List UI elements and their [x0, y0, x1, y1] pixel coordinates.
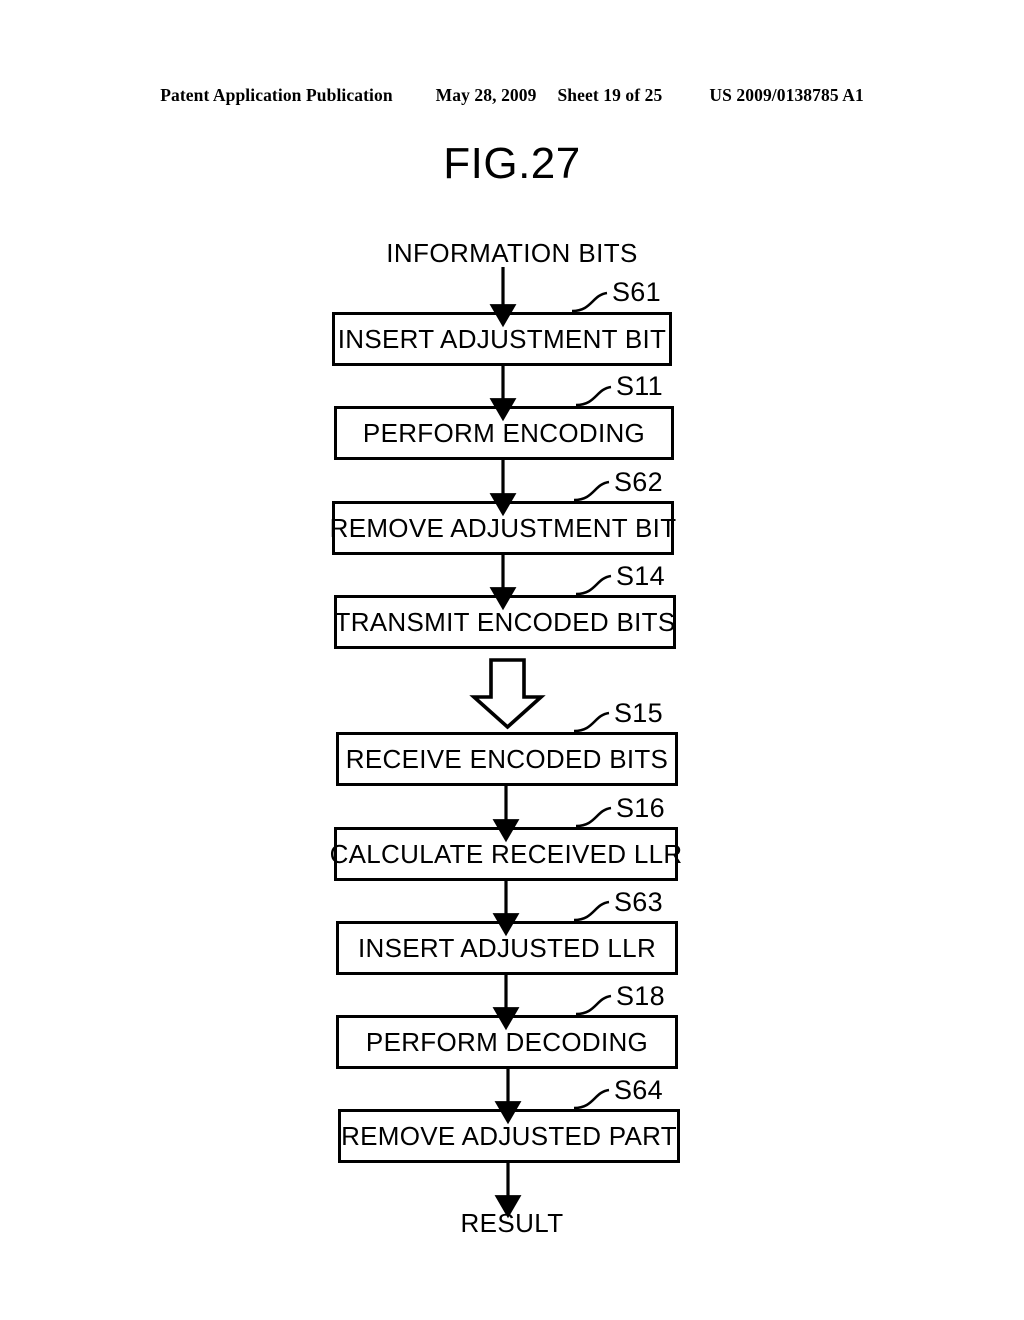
process-box-s62: REMOVE ADJUSTMENT BIT [329, 501, 677, 555]
step-ref-s11: S11 [616, 371, 663, 401]
process-box-s64: REMOVE ADJUSTED PART [338, 1109, 680, 1163]
process-box-s61-label: INSERT ADJUSTMENT BIT [337, 324, 667, 354]
leader-s64 [573, 1088, 610, 1110]
leader-s62 [573, 480, 610, 502]
process-box-s14-label: TRANSMIT ENCODED BITS [334, 607, 676, 637]
process-box-s11: PERFORM ENCODING [334, 406, 674, 460]
leader-s16 [575, 806, 612, 828]
step-ref-s61: S61 [612, 277, 661, 307]
process-box-s63-label: INSERT ADJUSTED LLR [357, 933, 657, 963]
step-ref-s64: S64 [614, 1075, 663, 1105]
process-box-s18: PERFORM DECODING [336, 1015, 678, 1069]
process-box-s16: CALCULATE RECEIVED LLR [330, 827, 682, 881]
leader-s14 [575, 574, 612, 596]
process-box-s61: INSERT ADJUSTMENT BIT [332, 312, 672, 366]
transmission-channel-arrow-icon [469, 658, 546, 730]
process-box-s14: TRANSMIT ENCODED BITS [334, 595, 676, 649]
leader-s61 [571, 291, 608, 313]
leader-s18 [575, 994, 612, 1016]
leader-s15 [573, 711, 610, 733]
process-box-s16-label: CALCULATE RECEIVED LLR [329, 839, 683, 869]
process-box-s63: INSERT ADJUSTED LLR [336, 921, 678, 975]
step-ref-s16: S16 [616, 793, 665, 823]
process-box-s62-label: REMOVE ADJUSTMENT BIT [329, 513, 677, 543]
process-box-s18-label: PERFORM DECODING [365, 1027, 649, 1057]
process-box-s15: RECEIVE ENCODED BITS [336, 732, 678, 786]
step-ref-s14: S14 [616, 561, 665, 591]
process-box-s64-label: REMOVE ADJUSTED PART [341, 1121, 677, 1151]
step-ref-s63: S63 [614, 887, 663, 917]
process-box-s11-label: PERFORM ENCODING [362, 418, 646, 448]
flowchart-input-label: INFORMATION BITS [386, 238, 638, 268]
flowchart-output-label: RESULT [460, 1208, 564, 1238]
flowchart-diagram: INFORMATION BITS RESULT INSERT ADJUSTMEN… [0, 0, 1024, 1320]
process-box-s15-label: RECEIVE ENCODED BITS [345, 744, 669, 774]
step-ref-s18: S18 [616, 981, 665, 1011]
leader-s11 [575, 385, 612, 407]
step-ref-s62: S62 [614, 467, 663, 497]
leader-s63 [573, 900, 610, 922]
step-ref-s15: S15 [614, 698, 663, 728]
